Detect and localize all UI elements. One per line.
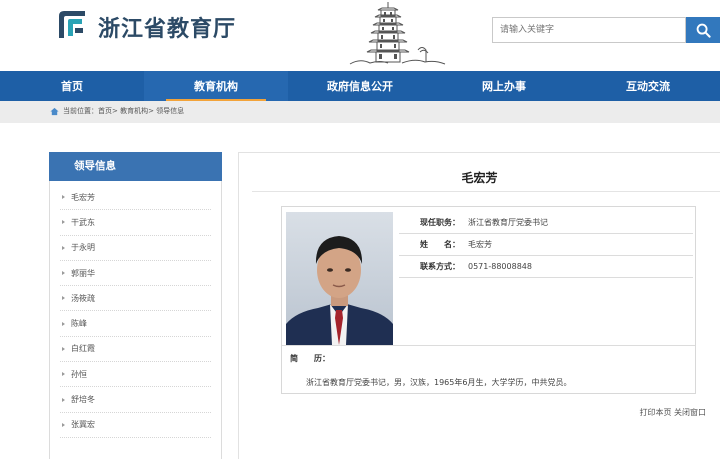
home-icon [50, 107, 59, 116]
site-header: 浙江省教育厅 [0, 0, 720, 71]
breadcrumb-bar: 当前位置：首页> 教育机构> 领导信息 [0, 101, 720, 123]
arrow-right-icon [62, 397, 65, 402]
sidebar-title: 领导信息 [49, 152, 222, 181]
contact-value: 0571-88008848 [468, 262, 532, 271]
arrow-right-icon [62, 372, 65, 377]
sidebar-item-label: 舒培冬 [71, 395, 95, 405]
info-row-position: 现任职务： 浙江省教育厅党委书记 [399, 212, 693, 234]
sidebar-item-leader[interactable]: 干武东 [60, 210, 211, 236]
nav-item-interaction[interactable]: 互动交流 [576, 71, 720, 101]
page: 浙江省教育厅 请输入关键字 首页 教育机构 政府信息公开 网上办事 互动交流 当… [0, 0, 720, 459]
sidebar-item-label: 汤筱疏 [71, 293, 95, 303]
leader-list: 毛宏芳 干武东 于永明 郭丽华 汤筱疏 陈峰 白红霞 孙恒 舒培冬 张冀宏 [50, 181, 221, 438]
search-button[interactable] [686, 17, 720, 43]
arrow-right-icon [62, 245, 65, 250]
name-value: 毛宏芳 [468, 240, 492, 249]
position-value: 浙江省教育厅党委书记 [468, 218, 548, 227]
page-title: 毛宏芳 [461, 171, 498, 185]
nav-item-education-institutions[interactable]: 教育机构 [144, 71, 288, 101]
sidebar-item-label: 毛宏芳 [71, 192, 95, 202]
name-label: 姓 名： [420, 240, 460, 249]
breadcrumb[interactable]: 当前位置：首页> 教育机构> 领导信息 [63, 106, 184, 116]
main-nav: 首页 教育机构 政府信息公开 网上办事 互动交流 [0, 71, 720, 101]
title-divider [252, 191, 720, 192]
sidebar-item-label: 张冀宏 [71, 420, 95, 430]
site-title[interactable]: 浙江省教育厅 [98, 11, 236, 43]
arrow-right-icon [62, 220, 65, 225]
sidebar-item-label: 于永明 [71, 243, 95, 253]
nav-item-home[interactable]: 首页 [0, 71, 144, 101]
sidebar-item-leader[interactable]: 张冀宏 [60, 413, 211, 438]
sidebar: 领导信息 毛宏芳 干武东 于永明 郭丽华 汤筱疏 陈峰 白红霞 孙恒 舒培冬 张… [49, 152, 222, 459]
nav-item-online-services[interactable]: 网上办事 [432, 71, 576, 101]
sidebar-item-leader[interactable]: 舒培冬 [60, 387, 211, 413]
arrow-right-icon [62, 346, 65, 351]
sidebar-item-leader[interactable]: 孙恒 [60, 362, 211, 388]
pagoda-illustration-icon [349, 2, 446, 65]
sidebar-item-label: 白红霞 [71, 344, 95, 354]
position-label: 现任职务： [420, 218, 460, 227]
sidebar-item-leader[interactable]: 郭丽华 [60, 261, 211, 287]
bio-text: 浙江省教育厅党委书记，男，汉族，1965年6月生，大学学历，中共党员。 [306, 378, 572, 387]
arrow-right-icon [62, 422, 65, 427]
sidebar-item-leader[interactable]: 白红霞 [60, 337, 211, 363]
print-close-links[interactable]: 打印本页 关闭窗口 [639, 407, 706, 418]
arrow-right-icon [62, 271, 65, 276]
search-icon [696, 23, 711, 38]
arrow-right-icon [62, 296, 65, 301]
info-row-name: 姓 名： 毛宏芳 [399, 234, 693, 256]
sidebar-item-leader[interactable]: 陈峰 [60, 311, 211, 337]
search-input[interactable] [492, 17, 686, 43]
arrow-right-icon [62, 321, 65, 326]
sidebar-item-label: 孙恒 [71, 369, 87, 379]
education-logo-icon[interactable] [56, 8, 88, 40]
sidebar-item-leader[interactable]: 于永明 [60, 236, 211, 261]
bio-label: 简 历： [290, 354, 330, 363]
sidebar-item-label: 郭丽华 [71, 268, 95, 278]
info-row-contact: 联系方式： 0571-88008848 [399, 256, 693, 278]
arrow-right-icon [62, 195, 65, 200]
sidebar-item-leader[interactable]: 汤筱疏 [60, 286, 211, 312]
sidebar-item-label: 陈峰 [71, 319, 87, 329]
profile-content: 毛宏芳 现任职务： 浙江省教育厅党委书记 姓 名： 毛宏芳 联系方式： 0571… [238, 152, 720, 459]
profile-card: 现任职务： 浙江省教育厅党委书记 姓 名： 毛宏芳 联系方式： 0571-880… [281, 206, 696, 394]
sidebar-item-label: 干武东 [71, 217, 95, 227]
contact-label: 联系方式： [420, 262, 460, 271]
bio-divider [282, 345, 695, 346]
sidebar-item-leader[interactable]: 毛宏芳 [60, 185, 211, 211]
leader-photo [286, 212, 393, 345]
nav-item-government-info[interactable]: 政府信息公开 [288, 71, 432, 101]
